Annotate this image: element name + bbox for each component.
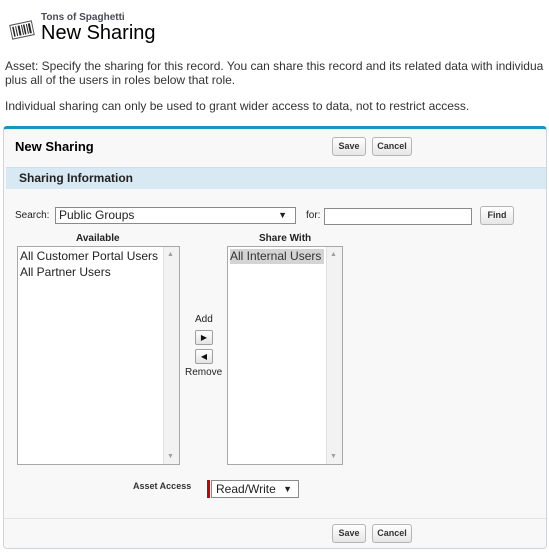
page-title: New Sharing [41, 22, 156, 44]
asset-access-value: Read/Write [216, 482, 276, 496]
save-button-bottom[interactable]: Save [332, 524, 366, 543]
required-marker [207, 480, 210, 498]
search-label: Search: [15, 210, 50, 221]
help-text-line-3: Individual sharing can only be used to g… [5, 99, 470, 113]
scroll-up-icon[interactable]: ▲ [330, 251, 337, 258]
arrow-left-icon: ◀ [200, 352, 208, 361]
scroll-up-icon[interactable]: ▲ [167, 251, 174, 258]
scroll-down-icon[interactable]: ▼ [330, 453, 337, 460]
search-input[interactable] [324, 208, 472, 225]
search-type-select[interactable]: Public Groups ▼ [55, 207, 296, 224]
available-listbox[interactable]: All Customer Portal Users All Partner Us… [17, 246, 180, 465]
asset-access-select[interactable]: Read/Write ▼ [211, 480, 299, 498]
divider [4, 518, 546, 519]
scrollbar[interactable]: ▲ ▼ [163, 247, 179, 464]
add-arrow-button[interactable]: ▶ [195, 330, 213, 345]
list-item[interactable]: All Customer Portal Users [20, 249, 158, 264]
help-text-line-1: Asset: Specify the sharing for this reco… [5, 59, 544, 73]
dropdown-arrow-icon: ▼ [283, 484, 292, 494]
search-type-value: Public Groups [59, 208, 135, 222]
find-button[interactable]: Find [480, 206, 514, 225]
share-with-header: Share With [259, 233, 312, 244]
scroll-down-icon[interactable]: ▼ [167, 453, 174, 460]
scrollbar[interactable]: ▲ ▼ [326, 247, 342, 464]
for-label: for: [306, 210, 321, 221]
panel-title: New Sharing [15, 139, 94, 154]
list-item[interactable]: All Internal Users [230, 249, 325, 264]
available-header: Available [76, 233, 120, 244]
remove-arrow-button[interactable]: ◀ [195, 349, 213, 364]
barcode-icon [9, 20, 35, 40]
cancel-button-bottom[interactable]: Cancel [372, 524, 412, 543]
arrow-right-icon: ▶ [200, 333, 208, 342]
asset-access-label: Asset Access [133, 481, 192, 491]
add-label: Add [195, 314, 213, 325]
dropdown-arrow-icon: ▼ [278, 210, 287, 220]
section-title: Sharing Information [19, 171, 133, 185]
save-button[interactable]: Save [332, 137, 366, 156]
share-with-listbox[interactable]: All Internal Users ▲ ▼ [227, 246, 343, 465]
remove-label: Remove [185, 367, 223, 378]
list-item[interactable]: All Partner Users [20, 265, 111, 280]
help-text-line-2: plus all of the users in roles below tha… [5, 73, 236, 87]
cancel-button[interactable]: Cancel [372, 137, 412, 156]
